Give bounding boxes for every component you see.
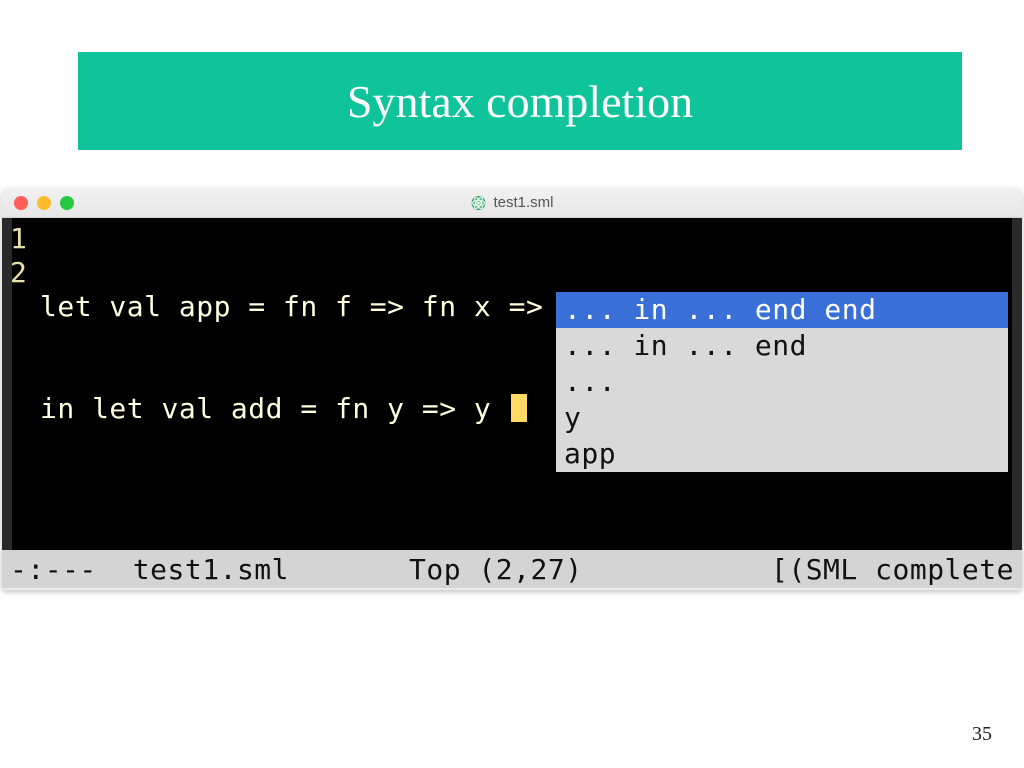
completion-item[interactable]: ... in ... end <box>556 328 1008 364</box>
completion-item[interactable]: ... <box>556 364 1008 400</box>
right-margin <box>1012 218 1022 550</box>
modeline: -:--- test1.sml Top (2,27) [(SML complet… <box>2 550 1022 588</box>
maximize-icon[interactable] <box>60 196 74 210</box>
modeline-mode: [(SML complete <box>771 553 1014 586</box>
editor-window: test1.sml 1 2 let val app = fn f => fn x… <box>2 188 1022 590</box>
text-cursor <box>511 394 527 422</box>
completion-item[interactable]: ... in ... end end <box>556 292 1008 328</box>
slide-title: Syntax completion <box>78 52 962 150</box>
titlebar-title: test1.sml <box>470 194 553 211</box>
modeline-status: -:--- <box>10 553 97 586</box>
code-line: let val app = fn f => fn x => f x <box>40 290 613 324</box>
completion-popup[interactable]: ... in ... end end ... in ... end ... y … <box>556 292 1008 472</box>
window-filename: test1.sml <box>493 194 553 211</box>
modeline-buffer: test1.sml <box>97 553 289 586</box>
minimize-icon[interactable] <box>37 196 51 210</box>
traffic-lights <box>2 196 74 210</box>
code-area[interactable]: let val app = fn f => fn x => f x in let… <box>40 222 613 494</box>
code-line: in let val add = fn y => y <box>40 392 613 426</box>
close-icon[interactable] <box>14 196 28 210</box>
file-icon <box>470 195 486 211</box>
window-titlebar[interactable]: test1.sml <box>2 188 1022 218</box>
modeline-position: Top (2,27) <box>289 553 583 586</box>
editor-body[interactable]: 1 2 let val app = fn f => fn x => f x in… <box>2 218 1022 550</box>
page-number: 35 <box>972 723 992 746</box>
line-number: 1 <box>10 222 27 256</box>
line-number-gutter: 1 2 <box>10 222 27 290</box>
code-text: in let val add = fn y => y <box>40 392 509 425</box>
line-number: 2 <box>10 256 27 290</box>
code-text: let val app = fn f => fn x => f x <box>40 290 613 323</box>
completion-item[interactable]: y <box>556 400 1008 436</box>
slide-title-text: Syntax completion <box>347 75 693 128</box>
completion-item[interactable]: app <box>556 436 1008 472</box>
